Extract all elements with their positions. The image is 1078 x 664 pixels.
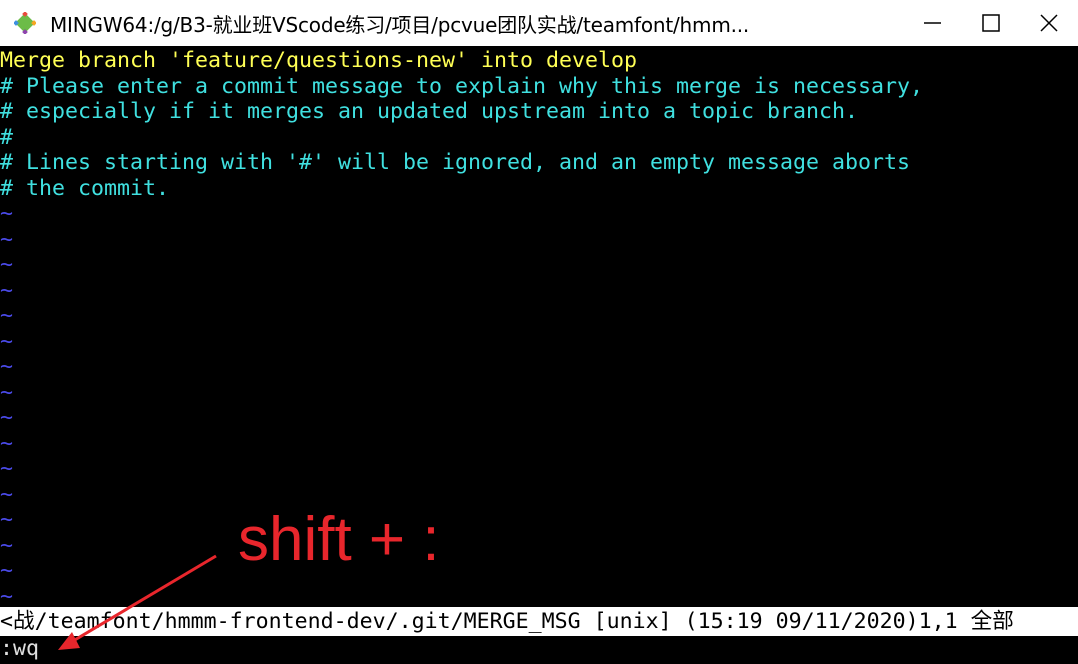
- empty-line-marker: ~: [0, 252, 14, 277]
- comment-line[interactable]: #: [0, 125, 13, 151]
- window-controls: [904, 0, 1078, 46]
- empty-line-marker: ~: [0, 277, 14, 303]
- empty-line-marker: ~: [0, 303, 14, 328]
- empty-line-marker: ~: [0, 481, 14, 507]
- empty-line-marker: ~: [0, 532, 14, 558]
- comment-line[interactable]: # Please enter a commit message to expla…: [0, 74, 923, 100]
- git-icon: [14, 12, 36, 34]
- empty-line-marker: ~: [0, 405, 14, 430]
- comment-line[interactable]: # Lines starting with '#' will be ignore…: [0, 150, 910, 176]
- vim-command-line[interactable]: :wq: [0, 636, 39, 662]
- empty-line-marker: ~: [0, 354, 14, 379]
- empty-line-marker: ~: [0, 328, 14, 354]
- empty-line-marker: ~: [0, 558, 14, 583]
- minimize-button[interactable]: [904, 0, 962, 46]
- terminal-editor[interactable]: Merge branch 'feature/questions-new' int…: [0, 46, 1078, 664]
- empty-line-marker: ~: [0, 379, 14, 405]
- minimize-icon: [924, 22, 941, 24]
- merge-message-line[interactable]: Merge branch 'feature/questions-new' int…: [0, 48, 637, 74]
- empty-line-marker: ~: [0, 456, 14, 481]
- comment-line[interactable]: # especially if it merges an updated ups…: [0, 99, 858, 125]
- annotation-label: shift + :: [238, 505, 440, 574]
- empty-line-marker: ~: [0, 430, 14, 456]
- maximize-button[interactable]: [962, 0, 1020, 46]
- window-titlebar[interactable]: MINGW64:/g/B3-就业班VScode练习/项目/pcvue团队实战/t…: [0, 0, 1078, 46]
- empty-line-marker: ~: [0, 201, 14, 226]
- empty-line-marker: ~: [0, 507, 14, 532]
- empty-line-marker: ~: [0, 226, 14, 252]
- comment-line[interactable]: # the commit.: [0, 176, 169, 202]
- maximize-icon: [982, 14, 1000, 32]
- close-button[interactable]: [1020, 0, 1078, 46]
- vim-status-line: <战/teamfont/hmmm-frontend-dev/.git/MERGE…: [0, 607, 1078, 636]
- empty-line-marker: ~: [0, 583, 14, 609]
- window-title: MINGW64:/g/B3-就业班VScode练习/项目/pcvue团队实战/t…: [50, 12, 750, 37]
- close-icon: [1040, 14, 1058, 32]
